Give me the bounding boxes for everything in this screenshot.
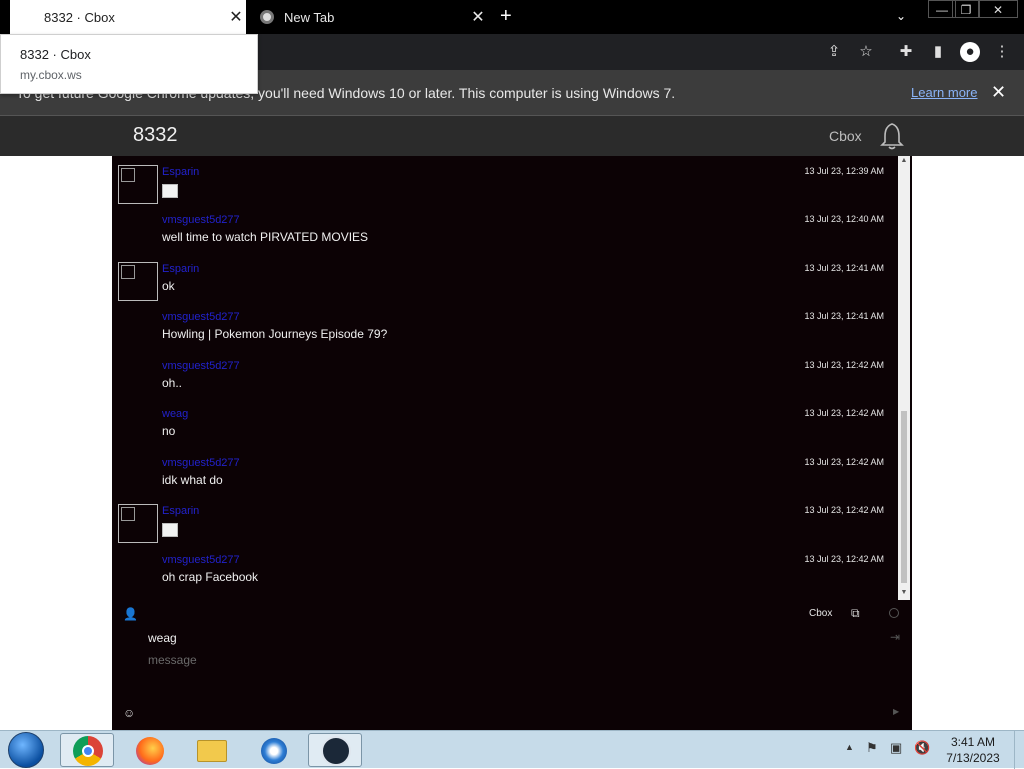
scrollbar-thumb[interactable] bbox=[901, 411, 907, 583]
message-timestamp: 13 Jul 23, 12:42 AM bbox=[804, 408, 884, 418]
close-tab-icon[interactable]: ✕ bbox=[226, 7, 246, 27]
cbox-footer-link[interactable]: Cbox bbox=[809, 608, 832, 619]
tab-title: New Tab bbox=[284, 9, 335, 25]
chat-message: Esparin 13 Jul 23, 12:42 AM bbox=[112, 495, 892, 543]
taskbar-chrome-button[interactable] bbox=[60, 733, 114, 767]
message-username[interactable]: vmsguest5d277 bbox=[162, 214, 240, 226]
windows-taskbar: ▲ ⚑ ▣ 🔇 3:41 AM 7/13/2023 bbox=[0, 730, 1024, 769]
bookmark-star-icon[interactable]: ☆ bbox=[856, 42, 876, 62]
message-username[interactable]: vmsguest5d277 bbox=[162, 360, 240, 372]
avatar[interactable] bbox=[118, 504, 158, 543]
chat-panel: Esparin 13 Jul 23, 12:39 AM vmsguest5d277 w… bbox=[112, 156, 912, 730]
system-clock[interactable]: 3:41 AM 7/13/2023 bbox=[938, 734, 1008, 766]
message-timestamp: 13 Jul 23, 12:41 AM bbox=[804, 263, 884, 273]
firefox-icon bbox=[136, 737, 164, 765]
chat-message: vmsguest5d277 oh crap Facebook 13 Jul 23, … bbox=[112, 544, 892, 592]
show-hidden-icons-icon[interactable]: ▲ bbox=[845, 742, 854, 752]
send-arrow-icon[interactable]: ▶ bbox=[893, 707, 899, 716]
message-username[interactable]: Esparin bbox=[162, 166, 199, 178]
message-username[interactable]: vmsguest5d277 bbox=[162, 457, 240, 469]
message-username[interactable]: weag bbox=[162, 408, 188, 420]
status-circle-icon[interactable] bbox=[889, 608, 899, 618]
close-tab-icon[interactable]: ✕ bbox=[468, 7, 488, 27]
taskbar-firefox-button[interactable] bbox=[122, 733, 176, 767]
chat-message: vmsguest5d277 oh.. 13 Jul 23, 12:42 AM bbox=[112, 350, 892, 398]
close-window-icon[interactable]: ✕ bbox=[978, 0, 1018, 18]
chrome-center-icon bbox=[82, 745, 94, 757]
taskbar-steam-button[interactable] bbox=[308, 733, 362, 767]
emoji-icon[interactable]: ☺ bbox=[123, 706, 135, 720]
network-icon[interactable]: ▣ bbox=[890, 740, 902, 756]
message-timestamp: 13 Jul 23, 12:42 AM bbox=[804, 457, 884, 467]
name-field[interactable]: weag bbox=[148, 631, 177, 645]
taskbar-explorer-button[interactable] bbox=[184, 733, 238, 767]
action-center-flag-icon[interactable]: ⚑ bbox=[866, 740, 878, 756]
chat-message: weag no 13 Jul 23, 12:42 AM bbox=[112, 398, 892, 446]
tab-new-tab[interactable]: New Tab ✕ bbox=[252, 0, 488, 34]
scroll-down-arrow-icon[interactable]: ▼ bbox=[898, 588, 910, 598]
message-username[interactable]: Esparin bbox=[162, 263, 199, 275]
message-text: oh.. bbox=[162, 376, 183, 390]
cbox-link[interactable]: Cbox bbox=[829, 128, 862, 144]
clock-date: 7/13/2023 bbox=[946, 751, 1000, 765]
bell-icon[interactable] bbox=[880, 122, 904, 150]
message-text: idk what do bbox=[162, 473, 223, 487]
volume-muted-icon[interactable]: 🔇 bbox=[914, 740, 930, 756]
avatar[interactable] bbox=[118, 165, 158, 204]
message-timestamp: 13 Jul 23, 12:42 AM bbox=[804, 505, 884, 515]
message-text: no bbox=[162, 424, 176, 438]
message-input[interactable]: message bbox=[148, 653, 197, 667]
scroll-up-arrow-icon[interactable]: ▲ bbox=[898, 156, 910, 166]
message-timestamp: 13 Jul 23, 12:41 AM bbox=[804, 311, 884, 321]
external-link-icon[interactable]: ⧉ bbox=[851, 606, 860, 621]
learn-more-link[interactable]: Learn more bbox=[911, 85, 977, 100]
message-timestamp: 13 Jul 23, 12:42 AM bbox=[804, 554, 884, 564]
broken-image-icon[interactable] bbox=[162, 523, 178, 537]
show-desktop-button[interactable] bbox=[1014, 731, 1024, 769]
taskbar-app-button[interactable] bbox=[246, 733, 300, 767]
chat-message: Esparin 13 Jul 23, 12:39 AM bbox=[112, 156, 892, 204]
new-tab-plus-icon[interactable]: + bbox=[500, 6, 518, 26]
message-timestamp: 13 Jul 23, 12:40 AM bbox=[804, 214, 884, 224]
extensions-puzzle-icon[interactable]: ✚ bbox=[896, 42, 916, 62]
steam-icon bbox=[321, 736, 351, 766]
side-panel-icon[interactable]: ▮ bbox=[928, 42, 948, 62]
tab-cbox[interactable]: 8332 · Cbox ✕ bbox=[10, 0, 246, 34]
broken-image-icon[interactable] bbox=[162, 184, 178, 198]
message-timestamp: 13 Jul 23, 12:39 AM bbox=[804, 166, 884, 176]
tab-search-chevron-icon[interactable]: ⌄ bbox=[896, 9, 906, 23]
message-text: oh crap Facebook bbox=[162, 570, 259, 584]
message-text: well time to watch PIRVATED MOVIES bbox=[162, 230, 369, 244]
profile-avatar-icon[interactable]: ● bbox=[960, 42, 980, 62]
chrome-icon bbox=[260, 10, 274, 24]
chat-message: vmsguest5d277 idk what do 13 Jul 23, 12:42… bbox=[112, 447, 892, 495]
clock-time: 3:41 AM bbox=[950, 735, 996, 749]
message-username[interactable]: Esparin bbox=[162, 505, 199, 517]
chat-message: vmsguest5d277 Howling | Pokemon Journeys … bbox=[112, 301, 892, 349]
login-icon[interactable]: ⇥ bbox=[890, 630, 900, 644]
message-username[interactable]: vmsguest5d277 bbox=[162, 554, 240, 566]
tab-hover-card: 8332 · Cbox my.cbox.ws bbox=[0, 34, 258, 94]
message-text: ok bbox=[162, 279, 175, 293]
app-globe-icon bbox=[261, 738, 287, 764]
message-timestamp: 13 Jul 23, 12:42 AM bbox=[804, 360, 884, 370]
chat-message: Esparin ok 13 Jul 23, 12:41 AM bbox=[112, 253, 892, 301]
hover-card-url: my.cbox.ws bbox=[20, 68, 82, 82]
start-button-icon[interactable] bbox=[8, 732, 44, 768]
share-icon[interactable]: ⇪ bbox=[824, 42, 844, 62]
user-icon[interactable]: 👤 bbox=[123, 607, 138, 621]
hover-card-title: 8332 · Cbox bbox=[20, 47, 91, 62]
menu-kebab-icon[interactable]: ⋮ bbox=[992, 42, 1012, 62]
chat-message: vmsguest5d277 well time to watch PIRVATED… bbox=[112, 204, 892, 252]
restore-icon[interactable]: ❐ bbox=[952, 0, 980, 18]
folder-icon bbox=[197, 740, 227, 762]
message-text: Howling | Pokemon Journeys Episode 79? bbox=[162, 327, 388, 341]
close-info-bar-icon[interactable]: ✕ bbox=[991, 82, 1006, 103]
site-brand[interactable]: 8332 bbox=[133, 124, 178, 147]
site-header: 8332 Cbox bbox=[0, 116, 1024, 156]
message-username[interactable]: vmsguest5d277 bbox=[162, 311, 240, 323]
avatar[interactable] bbox=[118, 262, 158, 301]
tab-title: 8332 · Cbox bbox=[44, 9, 115, 25]
